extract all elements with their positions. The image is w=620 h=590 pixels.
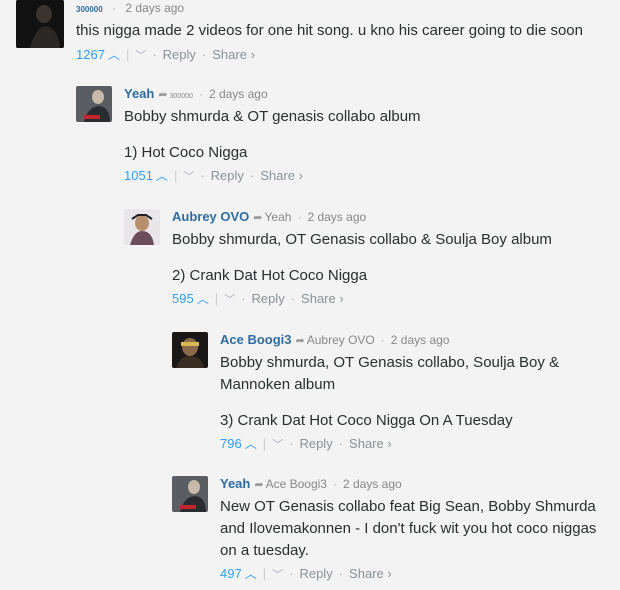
upvote-count: 497: [220, 566, 242, 581]
reply-arrow-icon: ➦: [295, 335, 305, 347]
downvote-icon[interactable]: ﹀: [183, 171, 194, 183]
share-button[interactable]: Share ›: [301, 291, 344, 306]
comment-footer: 595 ︿ | ﹀ · Reply · Share ›: [172, 291, 344, 306]
downvote-icon[interactable]: ﹀: [135, 50, 146, 62]
reply-arrow-icon: ➦: [254, 479, 264, 491]
upvote-icon[interactable]: ︿: [245, 437, 257, 451]
comment-text: Bobby shmurda, OT Genasis collabo, Soulj…: [220, 354, 560, 393]
comment-footer: 1051 ︿ | ﹀ · Reply · Share ›: [124, 168, 303, 183]
parent-author[interactable]: Yeah: [265, 210, 292, 224]
reply-button[interactable]: Reply: [299, 436, 332, 451]
share-button[interactable]: Share ›: [260, 168, 303, 183]
timestamp[interactable]: 2 days ago: [307, 210, 366, 224]
comment-header: Yeah ➦ Ace Boogi3 · 2 days ago: [220, 476, 402, 491]
timestamp[interactable]: 2 days ago: [391, 333, 450, 347]
avatar[interactable]: [16, 0, 64, 48]
parent-author[interactable]: 300000: [170, 93, 193, 100]
author-name[interactable]: Ace Boogi3: [220, 332, 292, 347]
author-name[interactable]: Yeah: [124, 86, 154, 101]
downvote-icon[interactable]: ﹀: [272, 569, 283, 581]
upvote-icon[interactable]: ︿: [156, 169, 168, 183]
author-name[interactable]: Aubrey OVO: [172, 209, 249, 224]
comment-footer: 796 ︿ | ﹀ · Reply · Share ›: [220, 436, 392, 451]
upvote-icon[interactable]: ︿: [108, 48, 120, 62]
comment-header: Aubrey OVO ➦ Yeah · 2 days ago: [172, 209, 367, 224]
comment-text: 1) Hot Coco Nigga: [124, 144, 248, 161]
share-button[interactable]: Share ›: [349, 436, 392, 451]
avatar[interactable]: [172, 332, 208, 368]
comment-text: this nigga made 2 videos for one hit son…: [76, 22, 583, 39]
avatar[interactable]: [172, 476, 208, 512]
upvote-count: 796: [220, 436, 242, 451]
reply-button[interactable]: Reply: [163, 47, 196, 62]
comment-footer: 1267 ︿ | ﹀ · Reply · Share ›: [76, 47, 255, 62]
timestamp[interactable]: 2 days ago: [343, 477, 402, 491]
upvote-icon[interactable]: ︿: [197, 292, 209, 306]
author-name[interactable]: Yeah: [220, 476, 250, 491]
upvote-count: 595: [172, 291, 194, 306]
timestamp[interactable]: 2 days ago: [125, 1, 184, 15]
parent-author[interactable]: Ace Boogi3: [266, 477, 327, 491]
reply-arrow-icon: ➦: [158, 89, 168, 101]
avatar[interactable]: [76, 86, 112, 122]
timestamp[interactable]: 2 days ago: [209, 87, 268, 101]
share-button[interactable]: Share ›: [349, 566, 392, 581]
reply-arrow-icon: ➦: [253, 212, 263, 224]
upvote-icon[interactable]: ︿: [245, 567, 257, 581]
comment-text: New OT Genasis collabo feat Big Sean, Bo…: [220, 498, 597, 559]
downvote-icon[interactable]: ﹀: [224, 294, 235, 306]
comment-text: 3) Crank Dat Hot Coco Nigga On A Tuesday: [220, 412, 513, 429]
downvote-icon[interactable]: ﹀: [272, 439, 283, 451]
author-name[interactable]: 300000: [76, 5, 103, 14]
comment-header: Ace Boogi3 ➦ Aubrey OVO · 2 days ago: [220, 332, 450, 347]
parent-author[interactable]: Aubrey OVO: [307, 333, 375, 347]
comment-text: 2) Crank Dat Hot Coco Nigga: [172, 267, 368, 284]
comment-header: Yeah ➦ 300000 · 2 days ago: [124, 86, 268, 101]
upvote-count: 1267: [76, 47, 105, 62]
comment-header: 300000 · 2 days ago: [76, 1, 185, 15]
reply-button[interactable]: Reply: [251, 291, 284, 306]
avatar[interactable]: [124, 209, 160, 245]
upvote-count: 1051: [124, 168, 153, 183]
comment-text: Bobby shmurda & OT genasis collabo album: [124, 108, 421, 125]
share-button[interactable]: Share ›: [212, 47, 255, 62]
comment-text: Bobby shmurda, OT Genasis collabo & Soul…: [172, 231, 552, 248]
comment-footer: 497 ︿ | ﹀ · Reply · Share ›: [220, 566, 392, 581]
reply-button[interactable]: Reply: [299, 566, 332, 581]
reply-button[interactable]: Reply: [211, 168, 244, 183]
